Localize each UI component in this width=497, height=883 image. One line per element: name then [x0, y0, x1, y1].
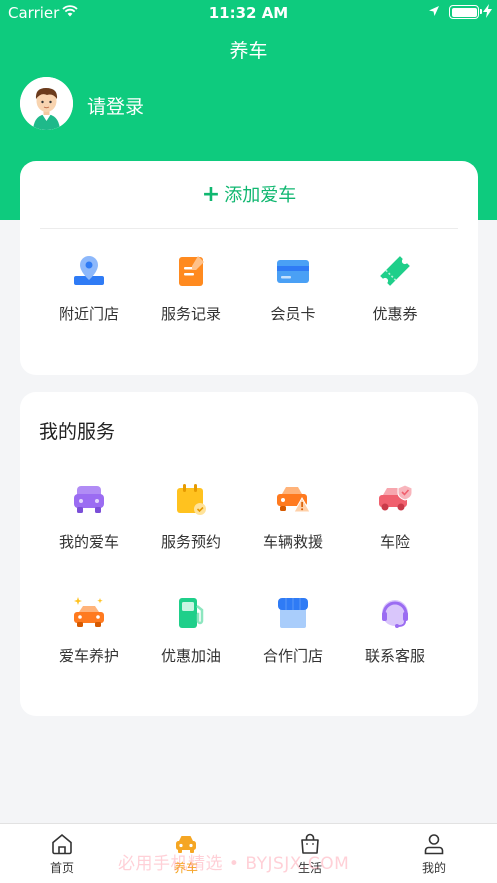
add-car-label: 添加爱车	[224, 185, 297, 206]
clock: 11:32 AM	[208, 4, 289, 22]
calendar-icon	[177, 484, 206, 515]
service-my-car[interactable]: 我的爱车	[39, 480, 139, 552]
divider	[40, 228, 458, 229]
service-label: 优惠加油	[160, 647, 221, 665]
user-avatar-icon	[20, 77, 73, 130]
store-icon	[278, 598, 308, 628]
service-label: 我的爱车	[58, 533, 119, 551]
service-fuel-discount[interactable]: 优惠加油	[141, 594, 241, 666]
watermark: 必用手机精选 • BYJSJX.COM	[118, 854, 350, 874]
service-label: 车辆救援	[262, 533, 323, 551]
shortcut-label: 服务记录	[160, 305, 221, 323]
service-label: 服务预约	[160, 533, 221, 551]
service-car-insurance[interactable]: 车险	[345, 480, 445, 552]
charging-bolt-icon	[483, 4, 492, 18]
tab-home[interactable]: 首页	[22, 832, 102, 876]
map-pin-icon	[74, 256, 104, 285]
ticket-icon	[380, 256, 410, 286]
car-icon	[74, 486, 104, 513]
shortcut-label: 优惠券	[372, 305, 418, 323]
service-label: 车险	[379, 533, 410, 551]
garage-card: + 添加爱车 附近门店 服务记录 会员卡 优惠券	[20, 161, 478, 375]
service-label: 爱车养护	[58, 647, 119, 665]
person-icon	[424, 834, 444, 855]
location-arrow-icon	[429, 6, 439, 16]
headset-icon	[382, 600, 408, 628]
insurance-car-icon	[379, 484, 413, 511]
service-contact-support[interactable]: 联系客服	[345, 594, 445, 666]
section-title: 我的服务	[39, 421, 116, 443]
shortcut-label: 附近门店	[58, 305, 119, 323]
status-bar: Carrier 11:32 AM	[0, 0, 497, 26]
home-icon	[52, 833, 72, 855]
notepad-icon	[179, 256, 204, 286]
battery-icon	[449, 5, 482, 19]
avatar[interactable]	[20, 77, 73, 130]
service-label: 联系客服	[364, 647, 425, 665]
service-partner-stores[interactable]: 合作门店	[243, 594, 343, 666]
card-icon	[277, 260, 309, 283]
service-rescue[interactable]: 车辆救援	[243, 480, 343, 552]
tab-label: 首页	[49, 861, 74, 875]
tab-mine[interactable]: 我的	[394, 832, 474, 876]
plus-icon: +	[201, 182, 221, 207]
fuel-pump-icon	[179, 598, 204, 628]
shortcut-nearby-stores[interactable]: 附近门店	[39, 252, 139, 324]
login-link[interactable]: 请登录	[87, 92, 144, 119]
shortcut-service-records[interactable]: 服务记录	[141, 252, 241, 324]
rescue-car-icon	[277, 487, 311, 513]
tab-label: 我的	[421, 861, 446, 875]
shortcut-member-card[interactable]: 会员卡	[243, 252, 343, 324]
add-car-button[interactable]: + 添加爱车	[20, 181, 478, 207]
page-title: 养车	[229, 40, 268, 62]
service-car-care[interactable]: 爱车养护	[39, 594, 139, 666]
services-card: 我的服务 我的爱车 服务预约 车辆救援 车险 爱车养护 优惠加油 合作门店 联系…	[20, 392, 478, 716]
shortcut-label: 会员卡	[270, 305, 316, 323]
service-label: 合作门店	[262, 647, 323, 665]
service-appointment[interactable]: 服务预约	[141, 480, 241, 552]
car-care-icon	[74, 597, 104, 627]
shortcut-coupons[interactable]: 优惠券	[345, 252, 445, 324]
